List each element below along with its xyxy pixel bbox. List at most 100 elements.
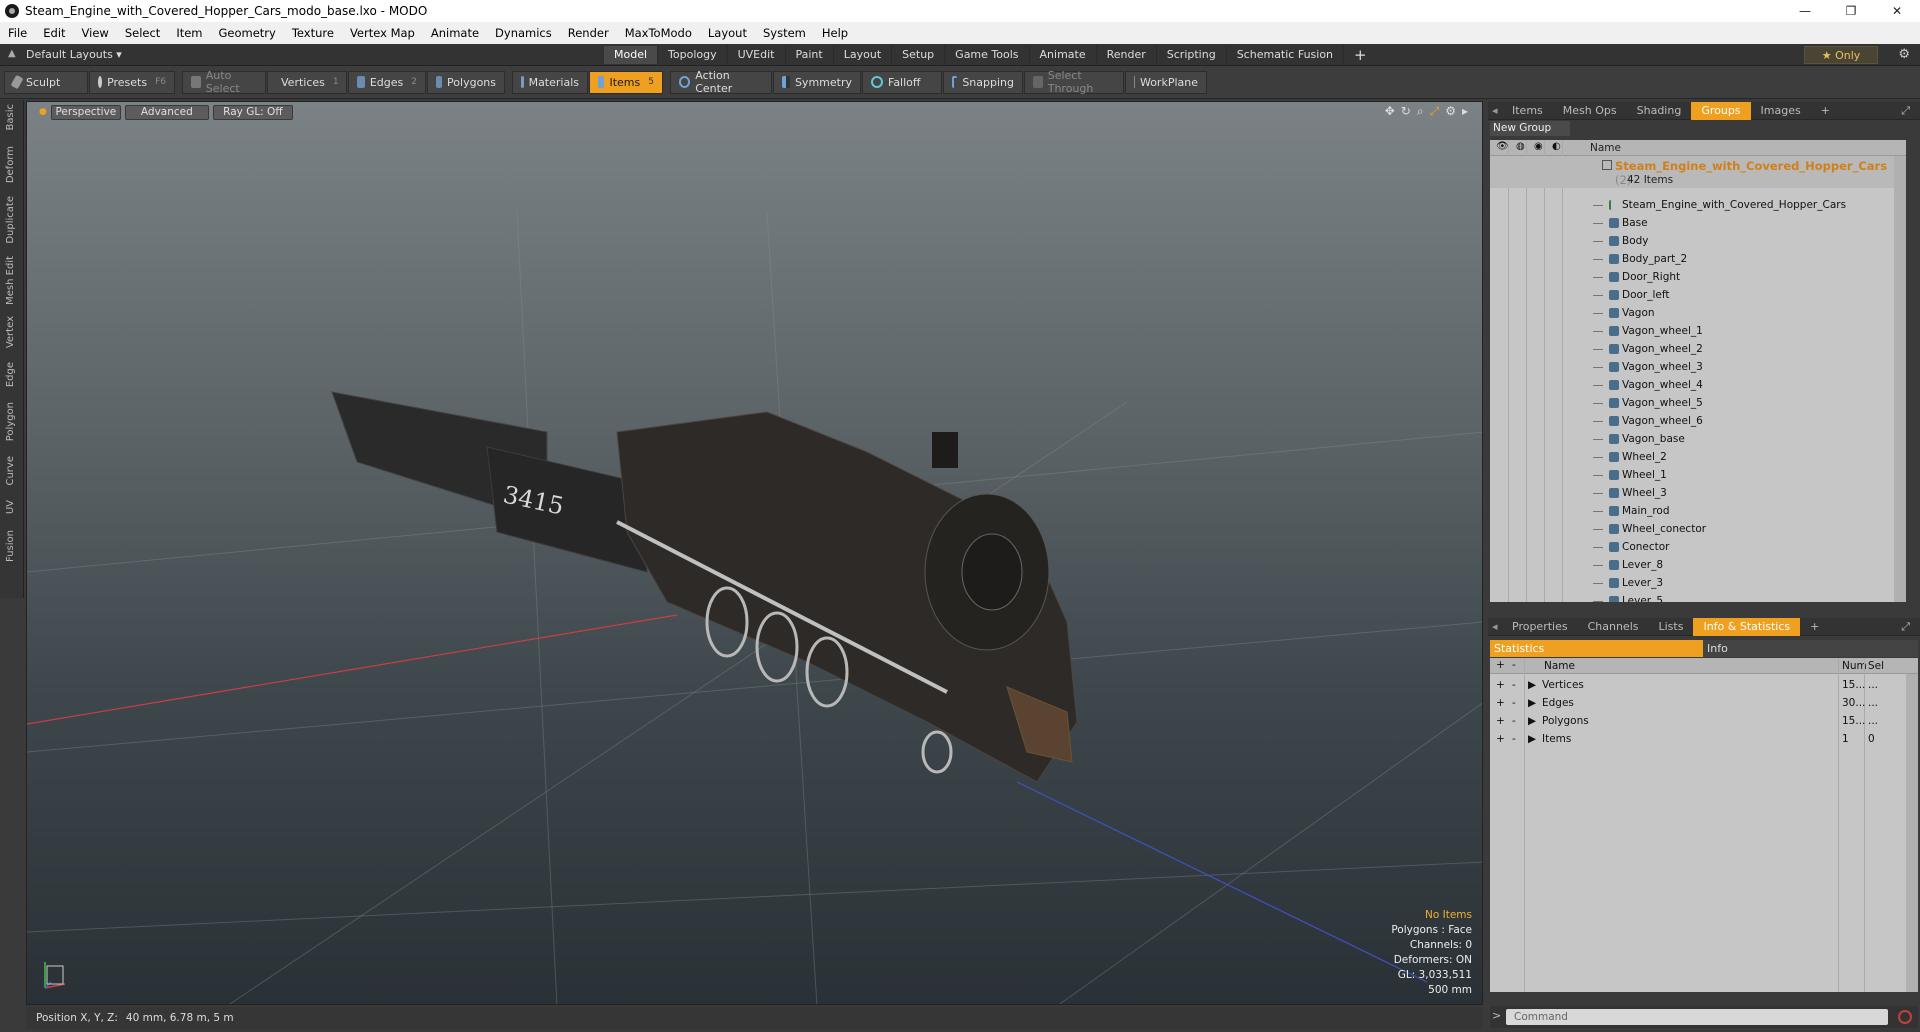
menu-system[interactable]: System: [755, 26, 814, 40]
menu-view[interactable]: View: [74, 26, 117, 40]
tab-images[interactable]: Images: [1751, 102, 1811, 120]
group-item-row[interactable]: Vagon_wheel_1: [1490, 322, 1906, 340]
menu-item[interactable]: Item: [168, 26, 210, 40]
menu-animate[interactable]: Animate: [423, 26, 487, 40]
panel-expand-icon[interactable]: ⤢: [1891, 102, 1920, 120]
group-item-row[interactable]: Lever_8: [1490, 556, 1906, 574]
zoom-icon[interactable]: ⌕: [1417, 104, 1424, 119]
tab-mesh-ops[interactable]: Mesh Ops: [1553, 102, 1627, 120]
tab-mesh-edit[interactable]: Mesh Edit: [5, 256, 16, 305]
collapse-all-icon[interactable]: -: [1512, 659, 1516, 671]
add-bottom-tab-icon[interactable]: +: [1800, 618, 1829, 636]
tab-schematic-fusion[interactable]: Schematic Fusion: [1227, 46, 1345, 64]
tab-channels[interactable]: Channels: [1578, 618, 1649, 636]
presets-button[interactable]: Presets F6: [89, 70, 175, 94]
menu-geometry[interactable]: Geometry: [211, 26, 284, 40]
viewport-settings-icon[interactable]: ⚙: [1445, 104, 1456, 119]
stat-sel-header[interactable]: Sel: [1868, 660, 1884, 672]
group-item-row[interactable]: Steam_Engine_with_Covered_Hopper_Cars: [1490, 196, 1906, 214]
stat-name-header[interactable]: Name: [1544, 660, 1575, 672]
statistics-tab[interactable]: Statistics: [1490, 640, 1703, 657]
only-button[interactable]: ★ Only: [1804, 46, 1878, 64]
menu-render[interactable]: Render: [560, 26, 617, 40]
tab-fusion[interactable]: Fusion: [5, 530, 16, 562]
bottom-panel-menu-icon[interactable]: ◂: [1488, 618, 1502, 636]
auto-select-button[interactable]: Auto Select: [182, 69, 266, 95]
viewport-expand-icon[interactable]: ▸: [1462, 104, 1468, 119]
tab-setup[interactable]: Setup: [892, 46, 946, 64]
group-item-row[interactable]: Vagon_wheel_2: [1490, 340, 1906, 358]
perspective-button[interactable]: Perspective: [50, 104, 121, 120]
3d-viewport[interactable]: 3415 ● Perspective Advanced Ray GL: Off …: [26, 101, 1483, 1005]
polygons-button[interactable]: Polygons: [427, 70, 505, 94]
fit-icon[interactable]: ⤢: [1430, 104, 1440, 119]
tab-polygon[interactable]: Polygon: [5, 402, 16, 441]
tab-items[interactable]: Items: [1502, 102, 1553, 120]
tab-animate[interactable]: Animate: [1030, 46, 1097, 64]
tab-uvedit[interactable]: UVEdit: [728, 46, 786, 64]
add-tab-icon[interactable]: +: [1344, 46, 1377, 64]
group-item-row[interactable]: Body: [1490, 232, 1906, 250]
group-item-row[interactable]: Lever_3: [1490, 574, 1906, 592]
group-item-row[interactable]: Wheel_2: [1490, 448, 1906, 466]
name-column-header[interactable]: Name: [1590, 142, 1621, 154]
stat-row-edges[interactable]: + - ▶ Edges 30... ...: [1490, 694, 1918, 712]
minimize-button[interactable]: —: [1782, 0, 1828, 22]
menu-vertex-map[interactable]: Vertex Map: [342, 26, 423, 40]
tab-info-statistics[interactable]: Info & Statistics: [1693, 617, 1801, 636]
add-panel-tab-icon[interactable]: +: [1811, 102, 1840, 120]
tab-properties[interactable]: Properties: [1502, 618, 1578, 636]
tab-uv[interactable]: UV: [5, 500, 16, 514]
tab-groups[interactable]: Groups: [1691, 101, 1751, 120]
record-macro-icon[interactable]: [1898, 1010, 1912, 1024]
group-item-row[interactable]: Vagon: [1490, 304, 1906, 322]
tab-model[interactable]: Model: [604, 46, 659, 64]
command-input[interactable]: Command: [1506, 1009, 1888, 1025]
menu-select[interactable]: Select: [117, 26, 168, 40]
menu-dynamics[interactable]: Dynamics: [487, 26, 560, 40]
group-item-row[interactable]: Vagon_wheel_6: [1490, 412, 1906, 430]
vertices-button[interactable]: Vertices 1: [267, 70, 347, 94]
groups-scrollbar[interactable]: [1894, 156, 1906, 602]
group-item-row[interactable]: Wheel_conector: [1490, 520, 1906, 538]
stat-row-vertices[interactable]: + - ▶ Vertices 15... ...: [1490, 676, 1918, 694]
group-item-row[interactable]: Main_rod: [1490, 502, 1906, 520]
tab-edge[interactable]: Edge: [5, 362, 16, 387]
advanced-button[interactable]: Advanced: [124, 104, 209, 120]
menu-help[interactable]: Help: [814, 26, 856, 40]
group-item-row[interactable]: Vagon_base: [1490, 430, 1906, 448]
close-button[interactable]: ✕: [1874, 0, 1920, 22]
group-item-row[interactable]: Vagon_wheel_3: [1490, 358, 1906, 376]
tab-game-tools[interactable]: Game Tools: [945, 46, 1030, 64]
group-item-row[interactable]: Base: [1490, 214, 1906, 232]
expand-all-icon[interactable]: +: [1496, 659, 1505, 671]
raygl-button[interactable]: Ray GL: Off: [212, 104, 293, 120]
snapping-button[interactable]: Snapping: [943, 70, 1023, 94]
tab-render[interactable]: Render: [1097, 46, 1157, 64]
tab-basic[interactable]: Basic: [5, 104, 16, 130]
menu-file[interactable]: File: [0, 26, 35, 40]
group-item-row[interactable]: Lever_5: [1490, 592, 1906, 602]
group-item-row[interactable]: Wheel_3: [1490, 484, 1906, 502]
tab-lists[interactable]: Lists: [1649, 618, 1694, 636]
select-through-button[interactable]: Select Through: [1024, 69, 1124, 95]
menu-layout[interactable]: Layout: [700, 26, 755, 40]
group-item-row[interactable]: Door_left: [1490, 286, 1906, 304]
tab-shading[interactable]: Shading: [1627, 102, 1692, 120]
new-group-button[interactable]: New Group: [1490, 121, 1570, 136]
tab-curve[interactable]: Curve: [5, 456, 16, 486]
group-item-row[interactable]: Vagon_wheel_4: [1490, 376, 1906, 394]
gear-icon[interactable]: ⚙: [1898, 47, 1910, 62]
stat-row-polygons[interactable]: + - ▶ Polygons 15... ...: [1490, 712, 1918, 730]
maximize-button[interactable]: ❐: [1828, 0, 1874, 22]
collapse-arrow-icon[interactable]: ▲: [8, 48, 20, 60]
group-item-row[interactable]: Door_Right: [1490, 268, 1906, 286]
group-item-row[interactable]: Wheel_1: [1490, 466, 1906, 484]
panel-menu-icon[interactable]: ◂: [1488, 102, 1502, 120]
stat-row-items[interactable]: + - ▶ Items 1 0: [1490, 730, 1918, 748]
symmetry-button[interactable]: Symmetry: [773, 70, 861, 94]
group-item-row[interactable]: Body_part_2: [1490, 250, 1906, 268]
items-button[interactable]: Items 5: [589, 70, 663, 94]
materials-button[interactable]: Materials: [512, 70, 588, 94]
tab-layout[interactable]: Layout: [834, 46, 893, 64]
